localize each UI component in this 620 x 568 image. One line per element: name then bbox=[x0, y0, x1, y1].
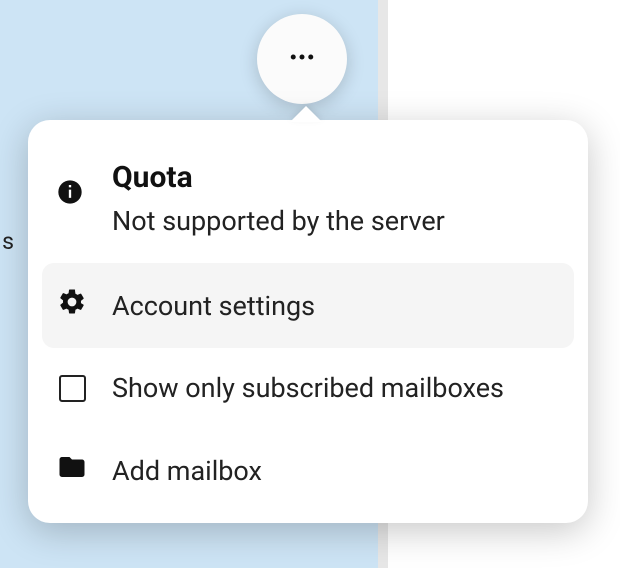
account-menu-popover: Quota Not supported by the server Accoun… bbox=[28, 120, 588, 523]
menu-item-label: Add mailbox bbox=[112, 455, 560, 487]
menu-item-label: Show only subscribed mailboxes bbox=[112, 372, 560, 404]
checkbox-unchecked-icon[interactable] bbox=[59, 375, 86, 402]
more-actions-button[interactable] bbox=[257, 14, 347, 104]
info-icon bbox=[56, 191, 84, 210]
menu-item-show-subscribed[interactable]: Show only subscribed mailboxes bbox=[42, 348, 574, 428]
folder-icon bbox=[57, 452, 87, 489]
menu-item-label: Account settings bbox=[112, 290, 560, 322]
menu-item-account-settings[interactable]: Account settings bbox=[42, 263, 574, 348]
quota-title: Quota bbox=[112, 160, 560, 195]
menu-item-add-mailbox[interactable]: Add mailbox bbox=[42, 428, 574, 513]
quota-info-row: Quota Not supported by the server bbox=[42, 156, 574, 263]
more-horizontal-icon bbox=[287, 42, 317, 76]
truncated-sidebar-text: s bbox=[0, 227, 14, 257]
quota-subtext: Not supported by the server bbox=[112, 205, 560, 237]
gear-icon bbox=[57, 287, 87, 324]
